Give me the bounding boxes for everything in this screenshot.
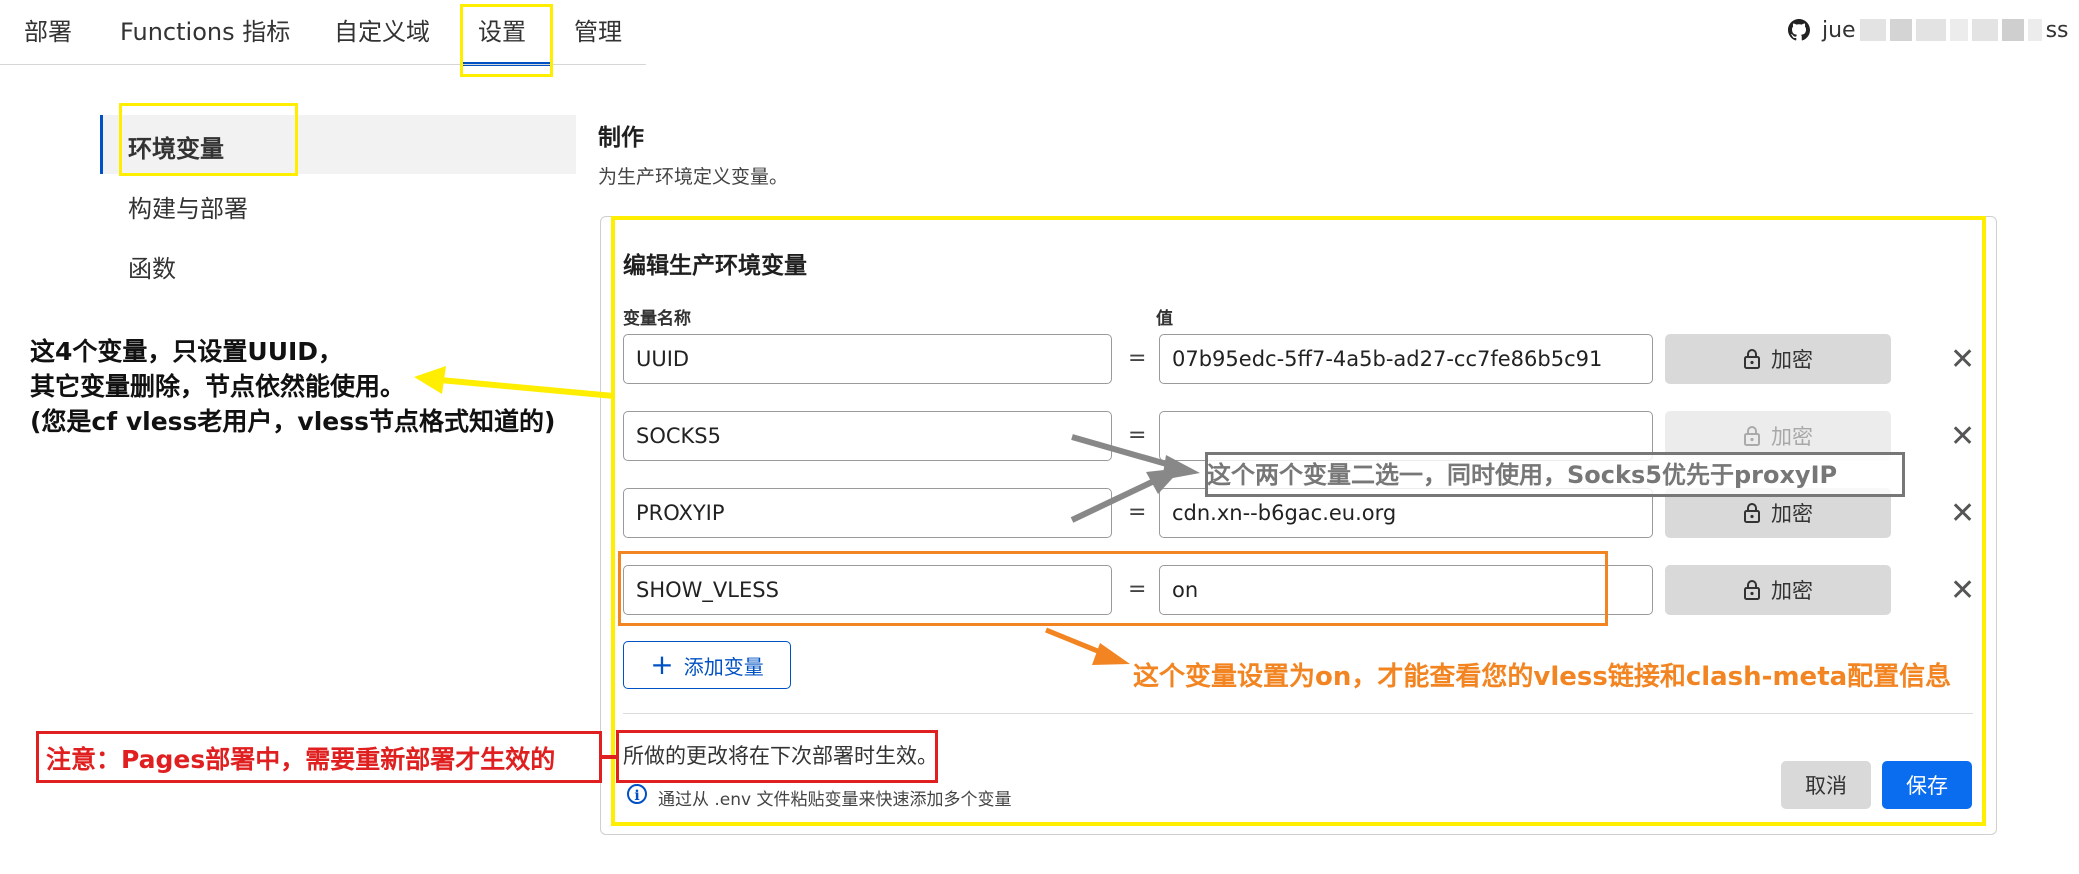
- gray-arrow-head-2: [1146, 468, 1182, 494]
- annotation-show-vless-note: 这个变量设置为on，才能查看您的vless链接和clash-meta配置信息: [1133, 662, 1952, 692]
- gray-arrow-line-2: [1070, 479, 1154, 523]
- annotation-uuid-line-1: 这4个变量，只设置UUID，: [30, 337, 344, 366]
- annotation-socks-proxy-note: 这个两个变量二选一，同时使用，Socks5优先于proxyIP: [1207, 461, 1838, 489]
- annotation-uuid-line-2: 其它变量删除，节点依然能使用。: [30, 372, 406, 401]
- orange-arrow-line: [1045, 627, 1106, 657]
- orange-arrow-head: [1092, 643, 1130, 665]
- annotation-redeploy-note: 注意：Pages部署中，需要重新部署才生效的: [46, 745, 556, 774]
- annotation-uuid-note: 这4个变量，只设置UUID， 其它变量删除，节点依然能使用。 (您是cf vle…: [30, 334, 555, 439]
- annotation-uuid-line-3: (您是cf vless老用户，vless节点格式知道的): [30, 407, 556, 436]
- gray-arrow-line-1: [1071, 434, 1171, 468]
